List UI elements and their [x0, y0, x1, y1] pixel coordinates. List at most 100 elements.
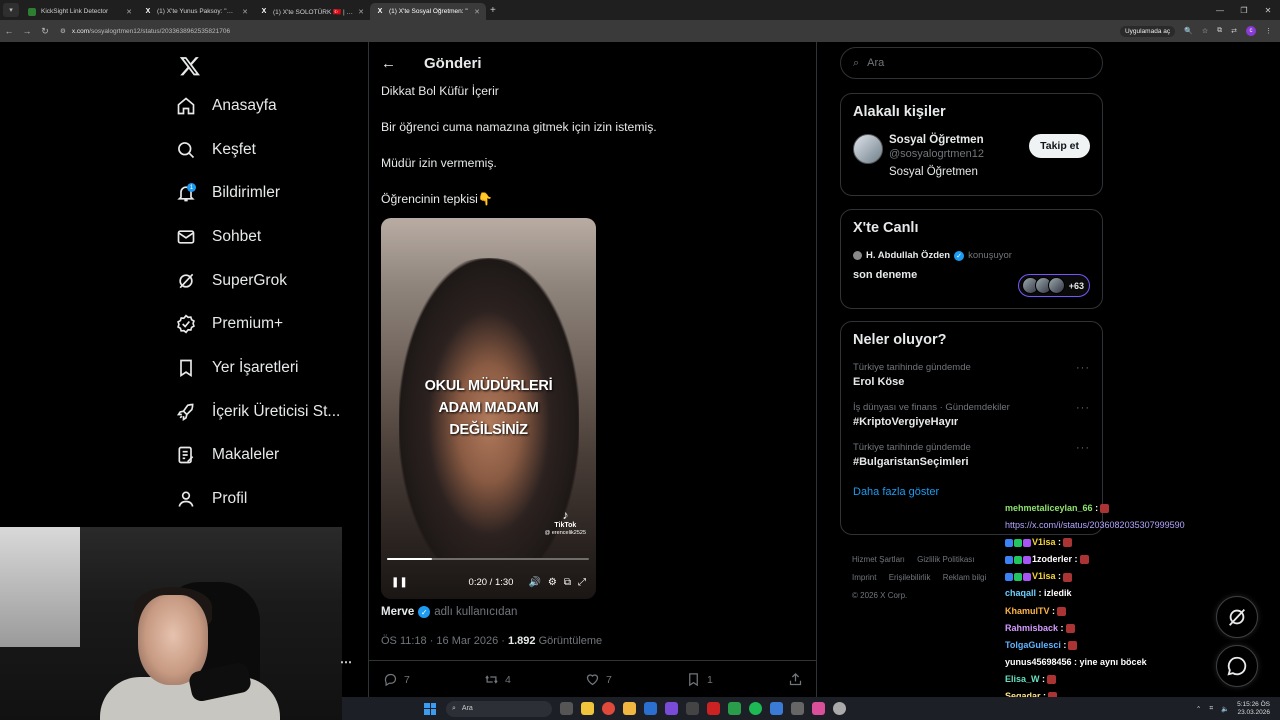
browser-tab[interactable]: KickSight Link Detector ✕	[22, 3, 138, 20]
messages-button[interactable]	[1216, 645, 1258, 687]
chat-username[interactable]: 1zoderler	[1032, 554, 1072, 564]
chrome-icon[interactable]	[602, 702, 615, 715]
sidebar-item-supergrok[interactable]: SuperGrok	[170, 259, 360, 303]
zoom-icon[interactable]: 🔍	[1184, 27, 1193, 35]
live-card[interactable]: X'te Canlı H. Abdullah Özden ✓ konuşuyor…	[840, 209, 1103, 309]
x-logo-icon[interactable]	[172, 48, 208, 84]
volume-icon[interactable]: 🔊	[528, 577, 540, 588]
chat-username[interactable]: KhamulTV	[1005, 606, 1050, 616]
network-icon[interactable]: ⌗	[1209, 705, 1213, 713]
tab-search-button[interactable]: ▾	[3, 3, 19, 17]
sidebar-item-explore[interactable]: Keşfet	[170, 128, 360, 172]
sidebar-item-notifications[interactable]: 1 Bildirimler	[170, 171, 360, 215]
video-player[interactable]: OKUL MÜDÜRLERİ ADAM MADAM DEĞİLSİNİZ ♪ T…	[381, 218, 596, 599]
taskbar-app-icon[interactable]	[833, 702, 846, 715]
windows-start-icon[interactable]	[424, 702, 436, 715]
footer-link[interactable]: Erişilebilirlik	[889, 573, 931, 582]
back-icon[interactable]: ←	[0, 26, 18, 36]
taskbar-app-icon[interactable]	[644, 702, 657, 715]
sidebar-item-profile[interactable]: Profil	[170, 477, 360, 521]
picture-in-picture-icon[interactable]: ⧉	[564, 577, 571, 588]
taskbar-app-icon[interactable]	[728, 702, 741, 715]
video-progress-bar[interactable]	[387, 558, 589, 560]
sidebar-item-bookmarks[interactable]: Yer İşaretleri	[170, 346, 360, 390]
spotify-icon[interactable]	[749, 702, 762, 715]
browser-menu-icon[interactable]: ⋮	[1265, 27, 1272, 35]
close-tab-icon[interactable]: ✕	[126, 8, 132, 16]
new-tab-icon[interactable]: +	[490, 5, 496, 16]
chevron-up-icon[interactable]: ⌃	[1196, 705, 1201, 713]
open-in-app-button[interactable]: Uygulamada aç	[1119, 25, 1176, 37]
show-more-link[interactable]: Daha fazla göster	[853, 486, 1090, 498]
bookmark-star-icon[interactable]: ☆	[1202, 27, 1208, 35]
taskbar-app-icon[interactable]	[791, 702, 804, 715]
share-button[interactable]	[788, 672, 803, 687]
fullscreen-icon[interactable]: ⤢	[578, 577, 586, 588]
chat-username[interactable]: yunus45698456	[1005, 657, 1072, 667]
bookmark-button[interactable]: 1	[686, 672, 787, 687]
taskbar-app-icon[interactable]	[770, 702, 783, 715]
more-options-icon[interactable]: ···	[1076, 442, 1090, 454]
more-options-icon[interactable]: ⋯	[340, 655, 352, 669]
forward-icon[interactable]: →	[18, 26, 36, 36]
sidebar-item-articles[interactable]: Makaleler	[170, 434, 360, 478]
attribution-name[interactable]: Merve	[381, 606, 414, 618]
chat-username[interactable]: mehmetaliceylan_66	[1005, 503, 1093, 513]
footer-link[interactable]: Reklam bilgi	[943, 573, 987, 582]
browser-tab[interactable]: X (1) X'te Yunus Paksoy: "SON D ✕	[138, 3, 254, 20]
close-tab-icon[interactable]: ✕	[242, 8, 248, 16]
search-input[interactable]: ⌕ Ara	[840, 47, 1103, 79]
maximize-icon[interactable]: ❐	[1232, 6, 1256, 15]
profile-switch-icon[interactable]: ⇄	[1231, 27, 1237, 35]
chat-username[interactable]: V1isa	[1032, 571, 1056, 581]
settings-icon[interactable]: ⚙	[548, 577, 557, 588]
person-name[interactable]: Sosyal Öğretmen	[889, 134, 984, 146]
folder-icon[interactable]	[623, 702, 636, 715]
clock[interactable]: 5:15:26 ÖS 23.03.2026	[1237, 701, 1270, 717]
chat-username[interactable]: Rahmisback	[1005, 623, 1058, 633]
avatar[interactable]	[853, 134, 883, 164]
footer-link[interactable]: Hizmet Şartları	[852, 555, 905, 564]
browser-tab-active[interactable]: X (1) X'te Sosyal Öğretmen: " ✕	[370, 3, 486, 20]
more-options-icon[interactable]: ···	[1076, 362, 1090, 374]
close-tab-icon[interactable]: ✕	[358, 8, 364, 16]
sidebar-item-home[interactable]: Anasayfa	[170, 84, 360, 128]
footer-link[interactable]: Gizlilik Politikası	[917, 555, 974, 564]
chat-link[interactable]: https://x.com/i/status/20360820353079995…	[1005, 520, 1185, 530]
taskbar-app-icon[interactable]	[707, 702, 720, 715]
related-person[interactable]: Sosyal Öğretmen @sosyalogrtmen12 Sosyal …	[853, 134, 1090, 178]
chat-username[interactable]: chaqall	[1005, 588, 1036, 598]
trend-item[interactable]: Türkiye tarihinde gündemde #BulgaristanS…	[853, 442, 1090, 468]
site-info-icon[interactable]: ⚙	[60, 27, 66, 35]
extensions-icon[interactable]: ⧉	[1217, 27, 1222, 35]
browser-tab[interactable]: X (1) X'te SOLOTÜRK 🇹🇷 | "India is ✕	[254, 3, 370, 20]
taskbar-app-icon[interactable]	[686, 702, 699, 715]
like-button[interactable]: 7	[585, 672, 686, 687]
sidebar-item-chat[interactable]: Sohbet	[170, 215, 360, 259]
close-tab-icon[interactable]: ✕	[474, 8, 480, 16]
post-timestamp[interactable]: ÖS 11:18 · 16 Mar 2026 ·	[381, 635, 508, 647]
footer-link[interactable]: Imprint	[852, 573, 876, 582]
taskbar-app-icon[interactable]	[560, 702, 573, 715]
taskbar-app-icon[interactable]	[665, 702, 678, 715]
taskbar-app-icon[interactable]	[581, 702, 594, 715]
taskbar-search[interactable]: ⌕ Ara	[446, 700, 552, 717]
grok-button[interactable]	[1216, 596, 1258, 638]
volume-icon[interactable]: 🔈	[1221, 705, 1229, 713]
profile-avatar[interactable]: c	[1246, 26, 1256, 36]
follow-button[interactable]: Takip et	[1029, 134, 1090, 158]
chat-username[interactable]: Elisa_W	[1005, 674, 1040, 684]
chat-username[interactable]: V1isa	[1032, 537, 1056, 547]
back-arrow-icon[interactable]: ←	[381, 55, 396, 72]
more-options-icon[interactable]: ···	[1076, 402, 1090, 414]
pause-icon[interactable]: ❚❚	[391, 577, 408, 588]
minimize-icon[interactable]: —	[1208, 6, 1232, 15]
reply-button[interactable]: 7	[383, 672, 484, 687]
reload-icon[interactable]: ↻	[36, 26, 54, 37]
sidebar-item-premium[interactable]: Premium+	[170, 302, 360, 346]
repost-button[interactable]: 4	[484, 672, 585, 687]
sidebar-item-creator-studio[interactable]: İçerik Üreticisi St...	[170, 390, 360, 434]
trend-item[interactable]: İş dünyası ve finans · Gündemdekiler #Kr…	[853, 402, 1090, 428]
taskbar-app-icon[interactable]	[812, 702, 825, 715]
chat-username[interactable]: TolgaGulesci	[1005, 640, 1061, 650]
